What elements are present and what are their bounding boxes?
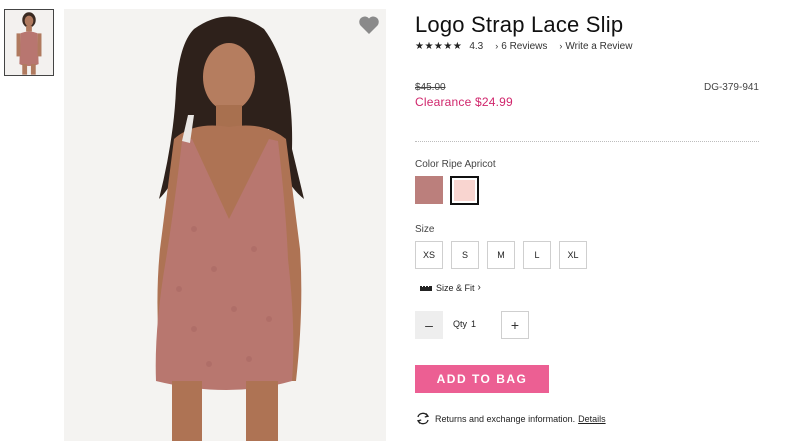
add-to-bag-button[interactable]: ADD TO BAG — [415, 365, 549, 393]
size-option-m[interactable]: M — [487, 241, 515, 269]
rating-value: 4.3 — [469, 40, 484, 52]
color-label: Color Ripe Apricot — [415, 159, 496, 170]
product-photo — [64, 9, 386, 441]
returns-text: Returns and exchange information. — [435, 413, 576, 424]
chevron-right-icon: › — [559, 41, 563, 51]
write-review-link[interactable]: › Write a Review — [559, 41, 632, 52]
size-fit-link[interactable]: Size & Fit › — [420, 282, 481, 293]
size-fit-label: Size & Fit — [436, 282, 475, 293]
original-price: $45.00 — [415, 82, 446, 93]
size-option-l[interactable]: L — [523, 241, 551, 269]
heart-icon[interactable] — [358, 15, 380, 35]
returns-info: Returns and exchange information. Detail… — [415, 412, 606, 425]
thumbnail-image — [5, 10, 53, 75]
sale-price: Clearance $24.99 — [415, 95, 513, 109]
product-sku: DG-379-941 — [703, 82, 759, 93]
quantity-decrease-button[interactable]: – — [415, 311, 443, 339]
star-rating-icon: ★★★★★ — [415, 40, 463, 52]
divider — [415, 141, 759, 142]
chevron-right-icon: › — [495, 41, 499, 51]
exchange-arrows-icon — [416, 412, 430, 425]
color-swatch-selected[interactable] — [450, 176, 479, 205]
color-swatch[interactable] — [415, 176, 443, 204]
size-label: Size — [415, 224, 435, 235]
size-option-xs[interactable]: XS — [415, 241, 443, 269]
chevron-right-icon: › — [477, 282, 481, 293]
reviews-label: 6 Reviews — [501, 40, 548, 52]
returns-details-link[interactable]: Details — [578, 414, 606, 424]
product-info: Logo Strap Lace Slip ★★★★★ 4.3 › 6 Revie… — [415, 0, 765, 443]
product-thumbnail[interactable] — [4, 9, 54, 76]
write-review-label: Write a Review — [565, 40, 633, 52]
ruler-icon — [420, 284, 432, 291]
product-title: Logo Strap Lace Slip — [415, 12, 624, 37]
size-option-s[interactable]: S — [451, 241, 479, 269]
rating-row: ★★★★★ 4.3 › 6 Reviews › Write a Review — [415, 40, 632, 52]
quantity-value: 1 — [471, 319, 477, 329]
product-main-image[interactable] — [64, 9, 386, 441]
quantity-increase-button[interactable]: + — [501, 311, 529, 339]
quantity-label: Qty — [453, 319, 468, 329]
quantity-display: Qty 1 — [453, 319, 476, 329]
size-option-xl[interactable]: XL — [559, 241, 587, 269]
reviews-link[interactable]: › 6 Reviews — [495, 41, 547, 52]
